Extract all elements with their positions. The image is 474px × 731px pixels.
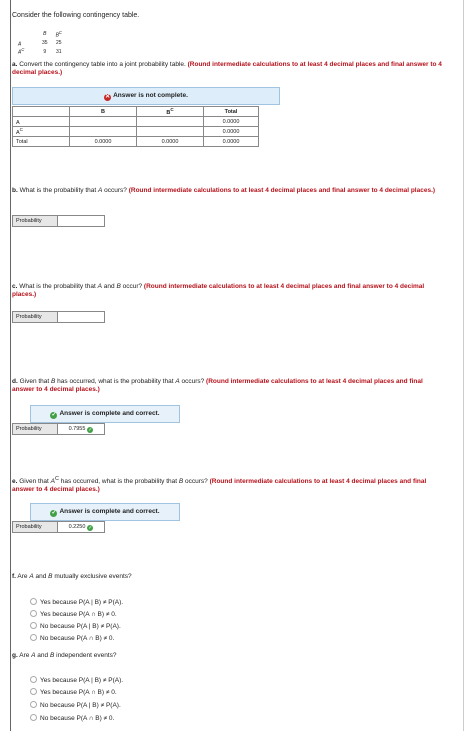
radio-empty-icon[interactable] [30,714,37,721]
input-cell[interactable] [136,126,204,137]
contingency-table: B BC A 35 25 AC 9 31 [14,30,66,56]
table-row: AC 0.0000 [12,126,259,137]
col-header-b: B [69,106,137,117]
radio-empty-icon[interactable] [30,610,37,617]
total-cell: 0.0000 [203,126,259,137]
input-cell[interactable] [69,116,137,127]
cell: 35 [42,39,48,46]
cell: 25 [55,39,62,46]
col-header-b: B [43,31,47,38]
probability-table-e: Probability 0.2250 ✓ [12,521,105,533]
total-cell: 0.0000 [136,136,204,147]
corner-cell [14,30,38,39]
table-row: A 35 25 [14,39,66,48]
probability-label: Probability [12,215,58,227]
check-circle-icon: ✓ [50,510,58,517]
probability-table-d: Probability 0.7955 ✓ [12,423,105,435]
row-header: A [12,116,70,127]
cell: 31 [55,48,62,55]
probability-label: Probability [12,423,58,435]
total-cell: 0.0000 [203,116,259,127]
radio-empty-icon[interactable] [30,622,37,629]
radio-option[interactable]: No because P(A ∩ B) ≠ 0. [30,634,114,642]
input-cell[interactable] [69,126,137,137]
probability-label: Probability [12,311,58,323]
intro-text: Consider the following contingency table… [12,12,140,19]
radio-option[interactable]: Yes because P(A ∩ B) ≠ 0. [30,688,117,696]
probability-table-b: Probability [12,215,105,227]
radio-option[interactable]: No because P(A | B) ≠ P(A). [30,701,121,709]
probability-input[interactable]: 0.7955 ✓ [57,423,105,435]
col-header-bc: BC [55,30,62,39]
radio-empty-icon[interactable] [30,598,37,605]
radio-empty-icon[interactable] [30,701,37,708]
table-row: Total 0.0000 0.0000 0.0000 [12,136,259,147]
row-header: Total [12,136,70,147]
table-row: AC 9 31 [14,47,66,56]
probability-input[interactable] [57,311,105,323]
status-banner-incomplete: ✕ Answer is not complete. [12,87,280,105]
input-cell[interactable] [136,116,204,127]
corner-cell [12,106,70,117]
check-circle-icon: ✓ [50,412,58,419]
status-banner-correct: ✓ Answer is complete and correct. [30,503,180,521]
total-cell: 0.0000 [69,136,137,147]
right-border [463,0,464,731]
row-header: AC [12,126,70,137]
probability-label: Probability [12,521,58,533]
question-g: g. Are A and B independent events? [12,652,117,659]
x-circle-icon: ✕ [104,94,112,101]
cell: 9 [43,48,47,55]
probability-table-c: Probability [12,311,105,323]
question-b: b. What is the probability that A occurs… [12,187,436,194]
table-row: A 0.0000 [12,116,259,127]
question-e: e. Given that AC has occurred, what is t… [12,476,427,494]
question-f: f. Are A and B mutually exclusive events… [12,573,132,580]
status-banner-correct: ✓ Answer is complete and correct. [30,405,180,423]
col-header-bc: BC [136,106,204,117]
row-header: A [18,41,22,48]
radio-option[interactable]: No because P(A | B) ≠ P(A). [30,622,121,630]
radio-option[interactable]: Yes because P(A | B) ≠ P(A). [30,598,123,606]
left-border [10,0,11,731]
total-cell: 0.0000 [203,136,259,147]
radio-option[interactable]: Yes because P(A ∩ B) ≠ 0. [30,610,117,618]
col-header-total: Total [203,106,259,117]
check-circle-icon: ✓ [87,426,94,433]
check-circle-icon: ✓ [87,524,94,531]
radio-option[interactable]: Yes because P(A | B) ≠ P(A). [30,676,123,684]
radio-empty-icon[interactable] [30,634,37,641]
probability-input[interactable] [57,215,105,227]
probability-input[interactable]: 0.2250 ✓ [57,521,105,533]
question-c: c. What is the probability that A and B … [12,283,425,298]
row-header: AC [18,47,25,56]
question-a: a. Convert the contingency table into a … [12,61,442,76]
joint-probability-table: B BC Total A 0.0000 AC 0.0000 Total 0.00… [12,106,259,147]
radio-empty-icon[interactable] [30,676,37,683]
question-d: d. Given that B has occurred, what is th… [12,378,423,393]
radio-option[interactable]: No because P(A ∩ B) ≠ 0. [30,714,114,722]
radio-empty-icon[interactable] [30,688,37,695]
